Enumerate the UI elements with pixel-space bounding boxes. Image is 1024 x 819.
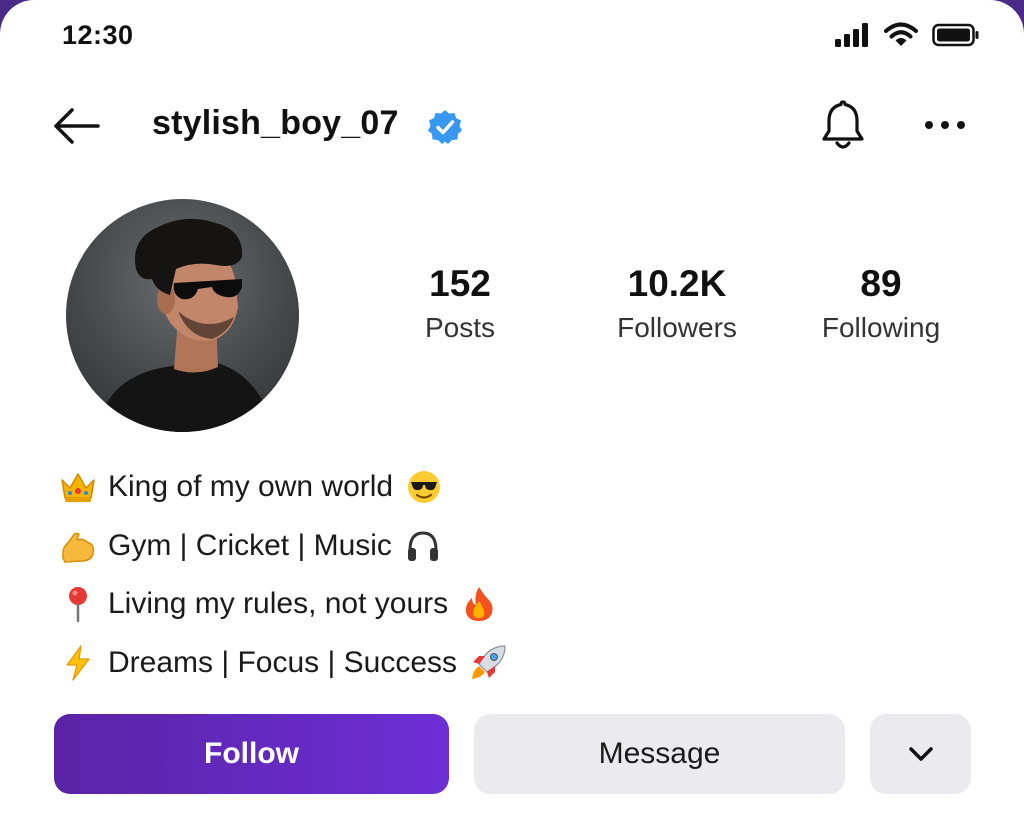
profile-screen: 12:30 stylish_boy_07 152 Posts 10.2K Fol… [0, 0, 1024, 819]
bio-line: Dreams | Focus | Success [58, 634, 507, 693]
fire-icon [460, 585, 498, 623]
status-icons [834, 22, 980, 53]
back-arrow-icon [54, 108, 100, 144]
following-count: 89 [860, 263, 902, 304]
stat-posts[interactable]: 152 Posts [400, 262, 520, 346]
bio-text: Living my rules, not yours [108, 587, 449, 621]
headphones-icon [404, 527, 442, 565]
more-horizontal-icon [925, 121, 965, 129]
posts-label: Posts [424, 312, 496, 343]
bio-text: King of my own world [108, 470, 394, 504]
status-bar: 12:30 [0, 0, 1024, 72]
follow-button-label: Follow [204, 737, 299, 770]
notifications-button[interactable] [818, 98, 868, 152]
back-button[interactable] [52, 106, 100, 146]
profile-photo [96, 218, 276, 432]
stat-followers[interactable]: 10.2K Followers [592, 262, 762, 346]
bio-line: King of my own world [58, 458, 507, 517]
follow-button[interactable]: Follow [54, 714, 449, 794]
stat-following[interactable]: 89 Following [805, 262, 957, 346]
profile-header: stylish_boy_07 [0, 92, 1024, 162]
wifi-icon [884, 22, 918, 53]
chevron-down-icon [908, 747, 933, 761]
round-pushpin-icon [58, 584, 98, 624]
posts-count: 152 [429, 263, 491, 304]
followers-label: Followers [617, 312, 737, 343]
bio-line: Gym | Cricket | Music [58, 517, 507, 576]
high-voltage-icon [58, 643, 98, 683]
bio-text: Dreams | Focus | Success [108, 645, 458, 679]
more-options-button[interactable] [920, 110, 970, 140]
status-time: 12:30 [62, 20, 134, 50]
bio-line: Living my rules, not yours [58, 575, 507, 634]
profile-username: stylish_boy_07 [152, 104, 399, 142]
message-button-label: Message [598, 737, 721, 770]
verified-badge-icon [427, 109, 463, 145]
rocket-icon [469, 644, 507, 682]
following-label: Following [821, 312, 941, 343]
sunglasses-face-icon [405, 468, 443, 506]
followers-count: 10.2K [627, 263, 727, 304]
bell-icon [822, 100, 864, 149]
bio-text: Gym | Cricket | Music [108, 528, 392, 562]
suggested-accounts-button[interactable] [870, 714, 971, 794]
crown-icon [58, 467, 98, 507]
message-button[interactable]: Message [474, 714, 845, 794]
profile-bio: King of my own world Gym | Cricket | Mus… [58, 458, 507, 692]
flexed-biceps-icon [58, 526, 98, 566]
battery-icon [932, 23, 980, 52]
avatar[interactable] [66, 199, 299, 432]
cellular-signal-icon [834, 23, 870, 52]
